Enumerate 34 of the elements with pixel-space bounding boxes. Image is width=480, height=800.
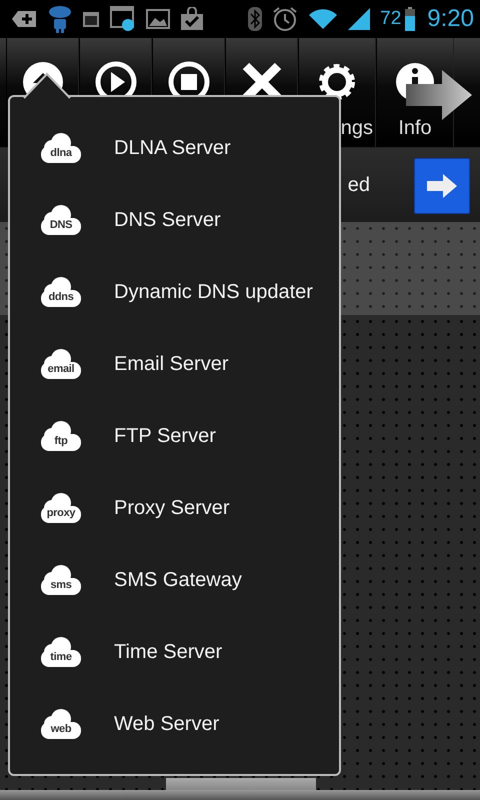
cloud-label: DNS — [40, 204, 82, 236]
menu-item[interactable]: time Time Server — [10, 616, 339, 688]
calendar-icon — [82, 10, 100, 28]
alarm-clock-icon — [272, 6, 298, 32]
menu-item[interactable]: web Web Server — [10, 688, 339, 760]
arrow-right-icon — [406, 70, 472, 120]
shopping-bag-check-icon — [180, 7, 204, 31]
status-text: ed — [348, 173, 370, 198]
add-notification-icon — [12, 9, 38, 29]
cloud-label: ddns — [40, 276, 82, 308]
battery-icon — [405, 7, 416, 31]
clock-time: 9:20 — [427, 4, 474, 34]
arrow-right-icon — [427, 174, 457, 198]
cloud-label: time — [40, 636, 82, 668]
cloud-label: web — [40, 708, 82, 740]
menu-item[interactable]: DNS DNS Server — [10, 184, 339, 256]
cloud-android-icon — [48, 4, 72, 34]
menu-item[interactable]: proxy Proxy Server — [10, 472, 339, 544]
menu-item[interactable]: email Email Server — [10, 328, 339, 400]
menu-item[interactable]: sms SMS Gateway — [10, 544, 339, 616]
picture-icon — [146, 9, 170, 29]
cloud-label: dlna — [40, 132, 82, 164]
cloud-label: proxy — [40, 492, 82, 524]
wifi-signal-icon — [308, 8, 338, 30]
cloud-label: email — [40, 348, 82, 380]
notification-count-icon — [110, 6, 136, 32]
menu-item[interactable]: ftp FTP Server — [10, 400, 339, 472]
battery-percent: 72 — [380, 6, 402, 31]
cell-signal-icon — [348, 8, 370, 30]
menu-item[interactable]: ddns Dynamic DNS updater — [10, 256, 339, 328]
cloud-label: sms — [40, 564, 82, 596]
bluetooth-icon — [248, 7, 262, 31]
cloud-label: ftp — [40, 420, 82, 452]
go-button[interactable] — [414, 158, 470, 214]
